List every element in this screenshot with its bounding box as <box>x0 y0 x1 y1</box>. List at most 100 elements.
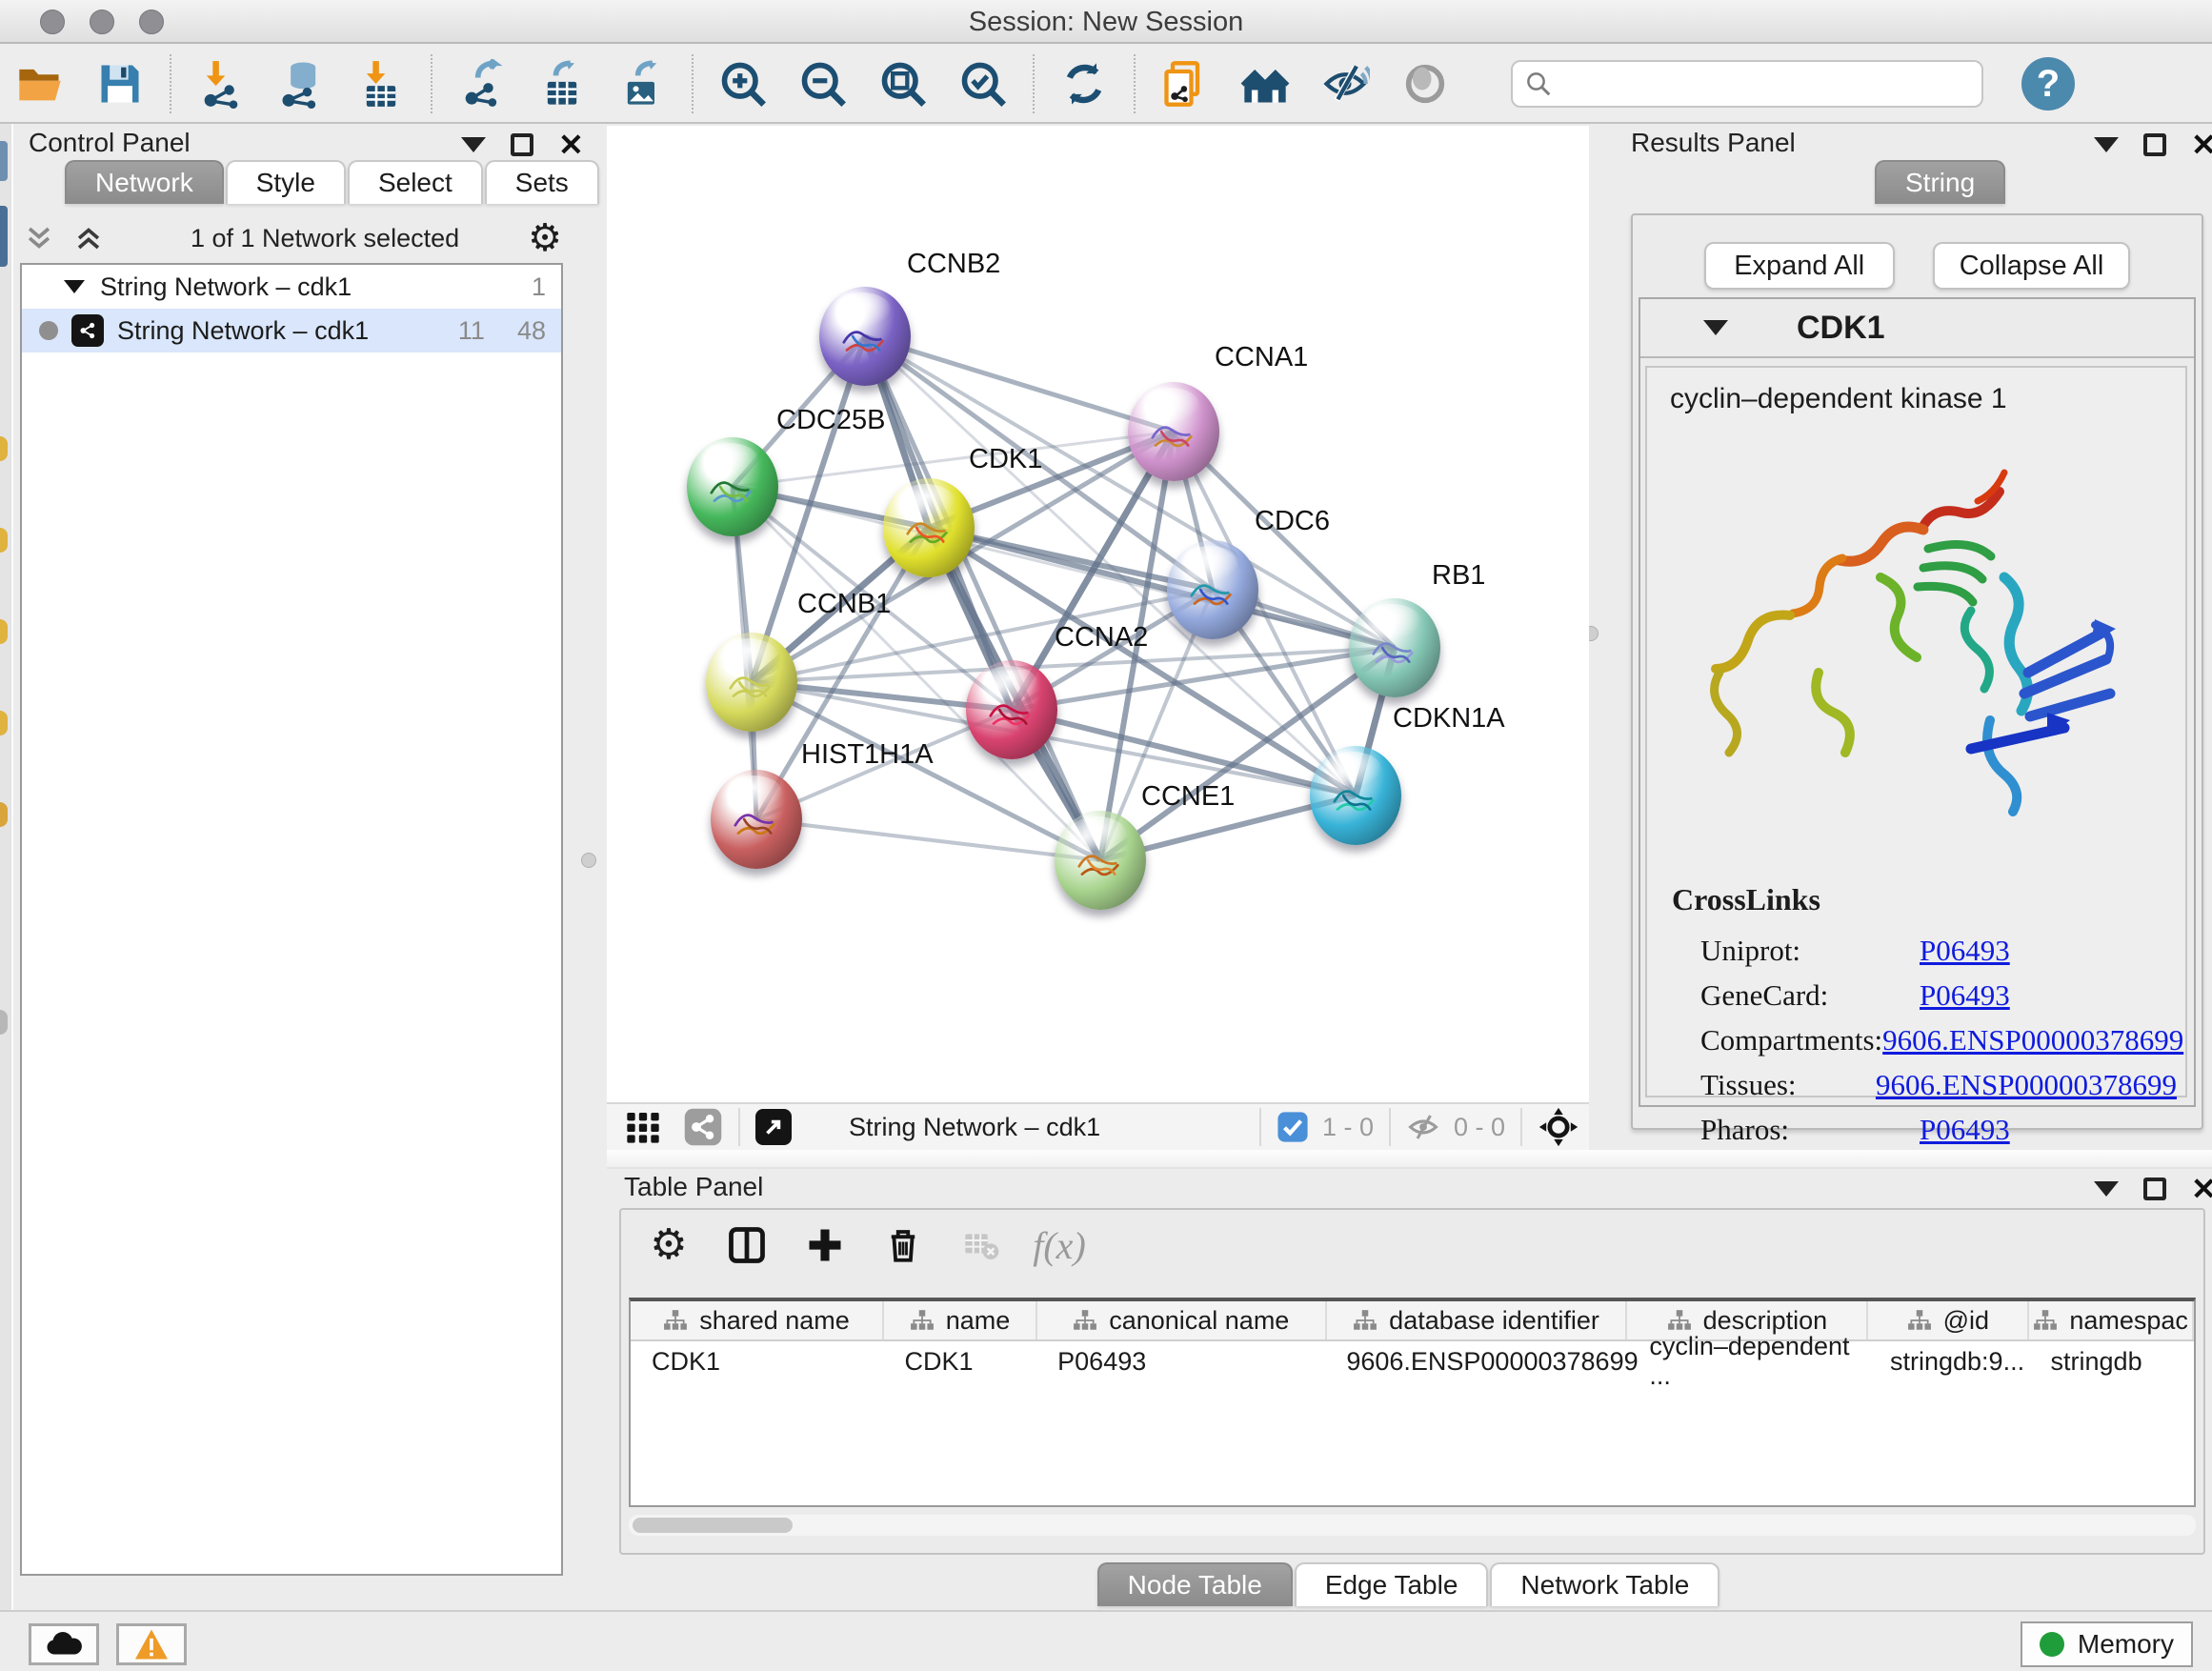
panel-menu-icon[interactable] <box>2094 137 2119 152</box>
crosslink-link[interactable]: P06493 <box>1920 934 2010 968</box>
refresh-button[interactable] <box>1056 56 1112 111</box>
search-input[interactable] <box>1553 65 1981 103</box>
network-node-ccna1[interactable] <box>1128 382 1219 481</box>
collapse-all-button[interactable]: Collapse All <box>1933 242 2131 290</box>
network-node-ccna2[interactable] <box>966 660 1057 759</box>
float-panel-icon[interactable] <box>2143 1178 2166 1200</box>
export-table-button[interactable] <box>534 56 590 111</box>
node-structure-image <box>1067 835 1131 894</box>
tab-network-table[interactable]: Network Table <box>1490 1562 1719 1606</box>
pan-crosshair-icon[interactable] <box>1538 1106 1579 1148</box>
vertical-splitter-handle[interactable] <box>581 853 596 868</box>
warning-status-button[interactable] <box>116 1623 187 1665</box>
column-header-canonical-name[interactable]: canonical name <box>1037 1301 1327 1339</box>
help-button[interactable]: ? <box>2021 57 2075 111</box>
float-panel-icon[interactable] <box>2143 133 2166 156</box>
zoom-in-button[interactable] <box>715 56 771 111</box>
import-network-from-database-button[interactable] <box>273 56 329 111</box>
add-column-icon[interactable] <box>804 1224 846 1266</box>
horizontal-splitter[interactable] <box>607 1150 2212 1169</box>
crosslink-link[interactable]: P06493 <box>1920 1113 2010 1147</box>
network-node-cdc6[interactable] <box>1167 540 1258 639</box>
birdseye-grid-icon[interactable] <box>624 1108 662 1146</box>
memory-button[interactable]: Memory <box>2021 1621 2193 1667</box>
edge-CCNB2-CCNA1[interactable] <box>865 336 1174 432</box>
crosslink-link[interactable]: 9606.ENSP00000378699 <box>1876 1068 2177 1102</box>
show-graphics-details-button[interactable] <box>1398 56 1453 111</box>
column-header-namespac[interactable]: namespac <box>2029 1301 2194 1339</box>
tab-string[interactable]: String <box>1875 160 2005 204</box>
tab-sets[interactable]: Sets <box>485 160 599 204</box>
cloud-status-button[interactable] <box>29 1623 99 1665</box>
zoom-fit-button[interactable] <box>875 56 931 111</box>
tab-network[interactable]: Network <box>65 160 224 204</box>
panel-menu-icon[interactable] <box>2094 1181 2119 1197</box>
crosslink-link[interactable]: 9606.ENSP00000378699 <box>1882 1023 2183 1057</box>
edge-HIST1H1A-CCNE1[interactable] <box>756 819 1100 860</box>
tab-edge-table[interactable]: Edge Table <box>1295 1562 1489 1606</box>
export-image-button[interactable] <box>614 56 670 111</box>
close-panel-icon[interactable]: ✕ <box>558 133 584 156</box>
toolbar-separator <box>1134 54 1136 113</box>
node-label-cdkn1a: CDKN1A <box>1393 703 1505 735</box>
clone-network-button[interactable] <box>1157 56 1213 111</box>
network-node-ccnb1[interactable] <box>706 633 797 732</box>
gear-icon[interactable]: ⚙ <box>528 219 562 257</box>
save-floppy-icon <box>95 59 145 109</box>
column-header-shared-name[interactable]: shared name <box>631 1301 884 1339</box>
crosslink-link[interactable]: P06493 <box>1920 978 2010 1013</box>
zoom-selected-button[interactable] <box>955 56 1011 111</box>
network-node-cdk1[interactable] <box>883 478 975 577</box>
network-node-ccnb2[interactable] <box>819 287 911 386</box>
expand-all-button[interactable]: Expand All <box>1704 242 1895 290</box>
table-cell: P06493 <box>1036 1341 1325 1381</box>
crosslink-row: Uniprot:P06493 <box>1700 928 2177 973</box>
open-in-browser-badge[interactable] <box>755 1109 792 1145</box>
network-collection-row[interactable]: String Network – cdk1 1 <box>22 265 561 309</box>
crosslink-row: Tissues:9606.ENSP00000378699 <box>1700 1062 2177 1107</box>
enhanced-graphics-button[interactable] <box>1317 56 1373 111</box>
tab-node-table[interactable]: Node Table <box>1097 1562 1293 1606</box>
table-row[interactable]: CDK1CDK1P064939606.ENSP00000378699cyclin… <box>631 1341 2194 1381</box>
network-node-hist1h1a[interactable] <box>711 770 802 869</box>
close-panel-icon[interactable]: ✕ <box>2191 133 2212 156</box>
string-home-button[interactable] <box>1237 56 1293 111</box>
column-header--id[interactable]: @id <box>1868 1301 2029 1339</box>
network-row[interactable]: String Network – cdk1 11 48 <box>22 309 561 352</box>
open-session-button[interactable] <box>12 56 68 111</box>
network-node-rb1[interactable] <box>1349 598 1440 697</box>
node-label-cdc6: CDC6 <box>1255 506 1330 537</box>
network-node-cdkn1a[interactable] <box>1310 746 1401 845</box>
preview-sphere-icon <box>1400 59 1450 109</box>
expand-all-icon[interactable] <box>72 222 105 254</box>
network-canvas[interactable]: CCNB2CCNA1CDC25BCDK1CDC6RB1CCNB1CCNA2CDK… <box>607 126 1589 1102</box>
zoom-out-button[interactable] <box>795 56 851 111</box>
table-horizontal-scrollbar[interactable] <box>629 1515 2196 1536</box>
network-node-ccne1[interactable] <box>1055 811 1146 910</box>
table-gear-icon[interactable]: ⚙ <box>648 1224 690 1266</box>
scrollbar-thumb[interactable] <box>633 1518 793 1533</box>
float-panel-icon[interactable] <box>511 133 533 156</box>
tab-style[interactable]: Style <box>226 160 346 204</box>
edge-CCNB2-CCNE1[interactable] <box>865 336 1100 860</box>
tree-expand-icon[interactable] <box>64 280 85 293</box>
delete-column-icon[interactable] <box>882 1224 924 1266</box>
memory-status-icon <box>2040 1632 2064 1657</box>
tab-select[interactable]: Select <box>348 160 483 204</box>
close-panel-icon[interactable]: ✕ <box>2191 1178 2212 1200</box>
import-table-button[interactable] <box>353 56 409 111</box>
show-columns-icon[interactable] <box>726 1224 768 1266</box>
share-view-icon[interactable] <box>683 1107 723 1147</box>
save-session-button[interactable] <box>92 56 148 111</box>
collapse-all-icon[interactable] <box>23 222 55 254</box>
panel-menu-icon[interactable] <box>461 137 486 152</box>
export-network-button[interactable] <box>454 56 510 111</box>
network-node-cdc25b[interactable] <box>687 437 778 536</box>
column-tree-icon <box>2033 1309 2058 1332</box>
gene-section-header[interactable]: CDK1 <box>1640 299 2194 358</box>
column-header-database-identifier[interactable]: database identifier <box>1327 1301 1628 1339</box>
import-network-button[interactable] <box>193 56 249 111</box>
column-header-name[interactable]: name <box>884 1301 1037 1339</box>
section-collapse-icon[interactable] <box>1703 320 1728 335</box>
node-label-rb1: RB1 <box>1432 560 1485 592</box>
